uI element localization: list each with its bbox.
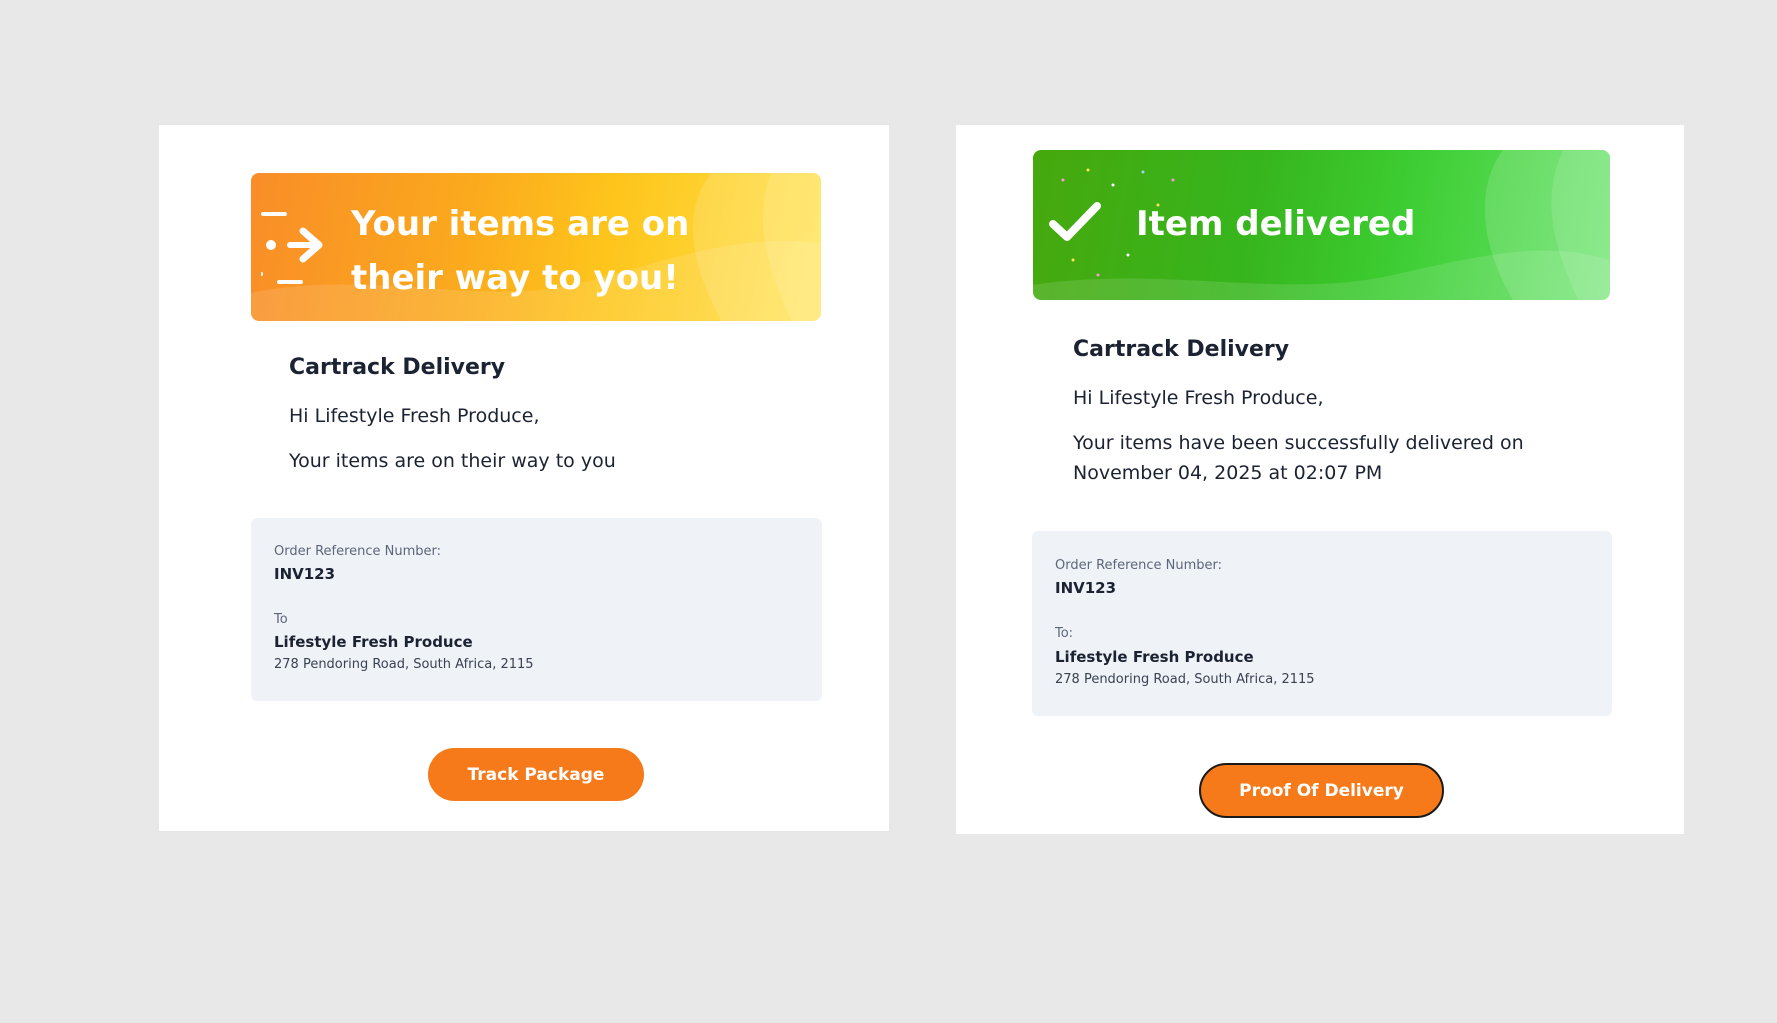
order-info-box: Order Reference Number: INV123 To Lifest… [251,518,822,701]
status-message: Your items are on their way to you [289,450,616,472]
greeting-text: Hi Lifestyle Fresh Produce, [289,405,540,427]
banner-title: Item delivered [1136,204,1416,244]
order-ref-value: INV123 [274,565,336,583]
banner-title: Your items are on their way to you! [351,204,690,298]
delivered-banner: Item delivered [1033,150,1610,300]
recipient-name: Lifestyle Fresh Produce [1055,648,1254,666]
recipient-name: Lifestyle Fresh Produce [274,633,473,651]
status-message: Your items have been successfully delive… [1073,432,1524,484]
order-info-box: Order Reference Number: INV123 To: Lifes… [1032,531,1612,716]
track-package-button[interactable]: Track Package [428,748,644,801]
recipient-label: To: [1055,626,1074,641]
order-ref-value: INV123 [1055,579,1117,597]
recipient-address: 278 Pendoring Road, South Africa, 2115 [274,657,534,672]
checkmark-icon [1049,202,1101,241]
delivery-arrow-icon [261,212,323,284]
company-name: Cartrack Delivery [289,355,506,380]
company-name: Cartrack Delivery [1073,337,1290,362]
recipient-address: 278 Pendoring Road, South Africa, 2115 [1055,672,1315,687]
recipient-label: To [274,612,288,627]
delivered-email-card: Item delivered Cartrack Delivery Hi Life… [956,125,1684,834]
proof-of-delivery-button[interactable]: Proof Of Delivery [1199,763,1444,818]
greeting-text: Hi Lifestyle Fresh Produce, [1073,387,1324,409]
in-transit-banner: Your items are on their way to you! [251,173,821,321]
in-transit-email-card: Your items are on their way to you! Cart… [159,125,889,831]
order-ref-label: Order Reference Number: [274,544,442,559]
order-ref-label: Order Reference Number: [1055,558,1223,573]
